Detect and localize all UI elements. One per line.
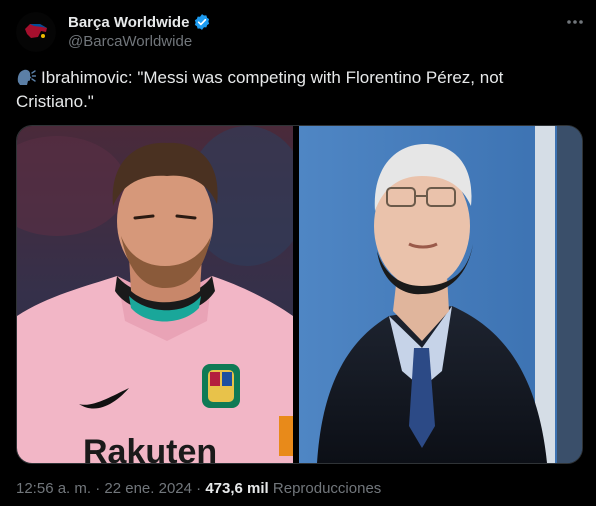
views-count: 473,6 mil bbox=[205, 480, 269, 497]
tweet-media[interactable]: Rakuten bbox=[16, 125, 583, 464]
tweet-date[interactable]: 22 ene. 2024 bbox=[104, 480, 192, 497]
author-name-row: Barça Worldwide bbox=[68, 12, 211, 32]
left-kit-sponsor-text: Rakuten bbox=[83, 433, 217, 463]
views-label: Reproducciones bbox=[272, 480, 382, 497]
meta-separator: · bbox=[95, 480, 101, 497]
tweet-text: Ibrahimovic: "Messi was competing with F… bbox=[16, 68, 504, 111]
tweet-meta: 12:56 a. m. · 22 ene. 2024 · 473,6 mil R… bbox=[16, 480, 381, 497]
meta-separator-2: · bbox=[196, 480, 202, 497]
right-photo bbox=[299, 126, 582, 463]
speaking-head-icon bbox=[17, 69, 37, 85]
avatar[interactable] bbox=[16, 12, 56, 52]
left-photo: Rakuten bbox=[17, 126, 307, 463]
more-horizontal-icon bbox=[567, 20, 583, 24]
tweet: Barça Worldwide @BarcaWorldwide Ibrahimo… bbox=[0, 0, 596, 506]
author-display-name[interactable]: Barça Worldwide bbox=[68, 14, 189, 31]
more-options-button[interactable] bbox=[563, 10, 587, 34]
photo-divider bbox=[293, 126, 299, 463]
author-handle[interactable]: @BarcaWorldwide bbox=[68, 33, 192, 50]
tweet-text-block: Ibrahimovic: "Messi was competing with F… bbox=[16, 66, 576, 114]
tweet-time[interactable]: 12:56 a. m. bbox=[16, 480, 91, 497]
tweet-media-photo: Rakuten bbox=[17, 126, 582, 463]
barca-worldwide-logo-icon bbox=[16, 12, 56, 52]
verified-badge-icon bbox=[195, 14, 210, 30]
